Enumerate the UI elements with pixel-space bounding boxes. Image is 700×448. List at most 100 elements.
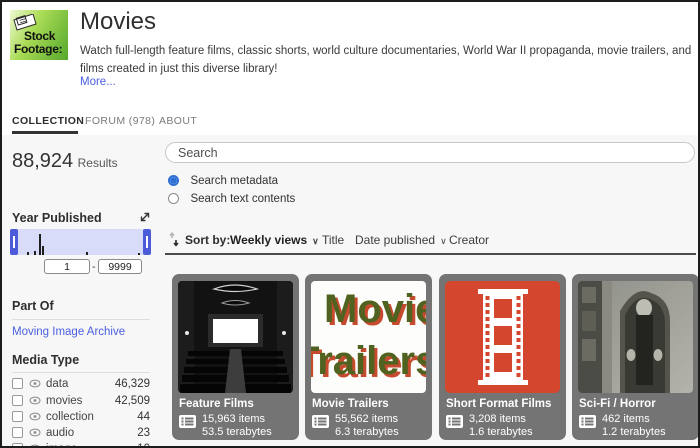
short-format-films-thumbnail xyxy=(445,281,560,393)
results-summary: 88,924 Results xyxy=(12,150,118,173)
eye-icon[interactable] xyxy=(29,444,41,448)
list-icon xyxy=(579,415,596,428)
moving-image-archive-link[interactable]: Moving Image Archive xyxy=(12,326,125,338)
collection-tile-short-format-films[interactable]: Short Format Films 3,208 items 1.6 terab… xyxy=(439,274,566,440)
media-type-label: collection xyxy=(46,411,94,423)
media-type-count: 44 xyxy=(137,411,150,423)
active-tab-underline xyxy=(12,131,78,134)
tab-about[interactable]: ABOUT xyxy=(159,115,197,127)
media-type-row: movies 42,509 xyxy=(12,394,150,409)
sort-arrows-icon xyxy=(169,232,179,247)
expand-icon[interactable] xyxy=(139,211,151,223)
year-histogram-bar xyxy=(138,253,140,255)
tile-item-count: 3,208 items xyxy=(469,413,526,425)
year-published-heading: Year Published xyxy=(12,211,102,225)
year-min-input[interactable] xyxy=(44,259,90,274)
more-link[interactable]: More... xyxy=(80,76,116,88)
slider-handle-min[interactable] xyxy=(10,229,18,255)
search-metadata-option[interactable]: Search metadata xyxy=(168,172,279,187)
media-type-heading: Media Type xyxy=(12,353,80,367)
divider xyxy=(165,253,696,255)
film-strip-icon xyxy=(478,289,528,385)
year-histogram-bar xyxy=(86,252,88,255)
trailer-art-word2: Trailers xyxy=(311,339,426,383)
divider xyxy=(12,372,150,373)
collection-tile-scifi-horror[interactable]: Sci-Fi / Horror 462 items 1.2 terabytes xyxy=(572,274,698,440)
media-type-count: 23 xyxy=(137,427,150,439)
checkbox-data[interactable] xyxy=(12,378,23,389)
tile-title: Sci-Fi / Horror xyxy=(579,398,656,410)
scifi-horror-thumbnail xyxy=(578,281,693,393)
year-histogram-bar xyxy=(27,252,29,255)
media-type-label: data xyxy=(46,378,69,390)
trailer-art-word1: Movie xyxy=(324,287,426,331)
feature-films-thumbnail xyxy=(178,281,293,393)
checkbox-movies[interactable] xyxy=(12,395,23,406)
results-label: Results xyxy=(77,156,118,170)
divider xyxy=(12,319,150,320)
media-type-label: audio xyxy=(46,427,75,439)
year-max-input[interactable] xyxy=(98,259,142,274)
collection-tile-movie-trailers[interactable]: Movie Trailers Movie Trailers 55,562 ite… xyxy=(305,274,432,440)
media-type-label: image xyxy=(46,443,77,446)
tile-item-count: 55,562 items xyxy=(335,413,398,425)
tile-title: Movie Trailers xyxy=(312,398,389,410)
tile-size: 1.2 terabytes xyxy=(602,426,666,438)
tile-size: 1.6 terabytes xyxy=(469,426,533,438)
part-of-heading: Part Of xyxy=(12,299,54,313)
eye-icon[interactable] xyxy=(29,428,41,437)
list-icon xyxy=(446,415,463,428)
page-title: Movies xyxy=(80,8,157,35)
media-type-label: movies xyxy=(46,395,83,407)
eye-icon[interactable] xyxy=(29,379,41,388)
sort-by-label: Sort by: xyxy=(185,233,231,247)
tab-collection[interactable]: COLLECTION xyxy=(12,115,84,127)
tab-forum[interactable]: FORUM (978) xyxy=(85,115,155,127)
checkbox-audio[interactable] xyxy=(12,427,23,438)
year-range-separator: - xyxy=(92,261,96,273)
sort-option-title[interactable]: Title xyxy=(322,233,344,247)
collection-tile-feature-films[interactable]: Feature Films 15,963 items 53.5 terabyte… xyxy=(172,274,299,440)
media-type-count: 46,329 xyxy=(114,378,150,390)
media-type-count: 10 xyxy=(137,443,150,446)
stock-footage-logo[interactable]: Stock Footage: xyxy=(10,10,68,60)
tile-title: Short Format Films xyxy=(446,398,552,410)
radio-selected-icon[interactable] xyxy=(168,175,179,187)
media-type-row: audio 23 xyxy=(12,426,150,441)
slider-handle-max[interactable] xyxy=(143,229,151,255)
year-range-slider[interactable] xyxy=(10,229,151,255)
sort-option-date-published[interactable]: Date published ∨ xyxy=(355,233,447,247)
eye-icon[interactable] xyxy=(29,396,41,405)
media-type-row: collection 44 xyxy=(12,410,150,425)
logo-text-line2: Footage: xyxy=(14,42,63,56)
year-histogram-bar xyxy=(34,251,36,255)
sort-option-creator[interactable]: Creator xyxy=(449,233,489,247)
movie-trailers-thumbnail: Movie Trailers xyxy=(311,281,426,393)
year-histogram-bar xyxy=(42,246,44,255)
results-count: 88,924 xyxy=(12,150,74,172)
media-type-count: 42,509 xyxy=(114,395,150,407)
radio-label: Search metadata xyxy=(190,174,279,187)
media-type-row: image 10 xyxy=(12,442,150,448)
sort-bar: Sort by: Weekly views ∨ Title Date publis… xyxy=(165,230,696,250)
sort-option-weekly-views[interactable]: Weekly views ∨ xyxy=(230,233,319,247)
movies-collection-page: Stock Footage: Movies Watch full-length … xyxy=(0,0,700,448)
tile-item-count: 462 items xyxy=(602,413,650,425)
collection-description: Watch full-length feature films, classic… xyxy=(80,45,692,76)
logo-text-line1: Stock xyxy=(24,29,56,43)
radio-label: Search text contents xyxy=(190,192,296,205)
tile-item-count: 15,963 items xyxy=(202,413,265,425)
tile-size: 53.5 terabytes xyxy=(202,426,272,438)
list-icon xyxy=(312,415,329,428)
search-text-contents-option[interactable]: Search text contents xyxy=(168,190,296,205)
tile-title: Feature Films xyxy=(179,398,254,410)
checkbox-image[interactable] xyxy=(12,443,23,446)
checkbox-collection[interactable] xyxy=(12,411,23,422)
search-input[interactable] xyxy=(165,142,695,163)
tile-size: 6.3 terabytes xyxy=(335,426,399,438)
list-icon xyxy=(179,415,196,428)
chevron-down-icon: ∨ xyxy=(312,236,319,246)
media-type-row: data 46,329 xyxy=(12,377,150,392)
radio-unselected-icon[interactable] xyxy=(168,193,179,205)
eye-icon[interactable] xyxy=(29,412,41,421)
